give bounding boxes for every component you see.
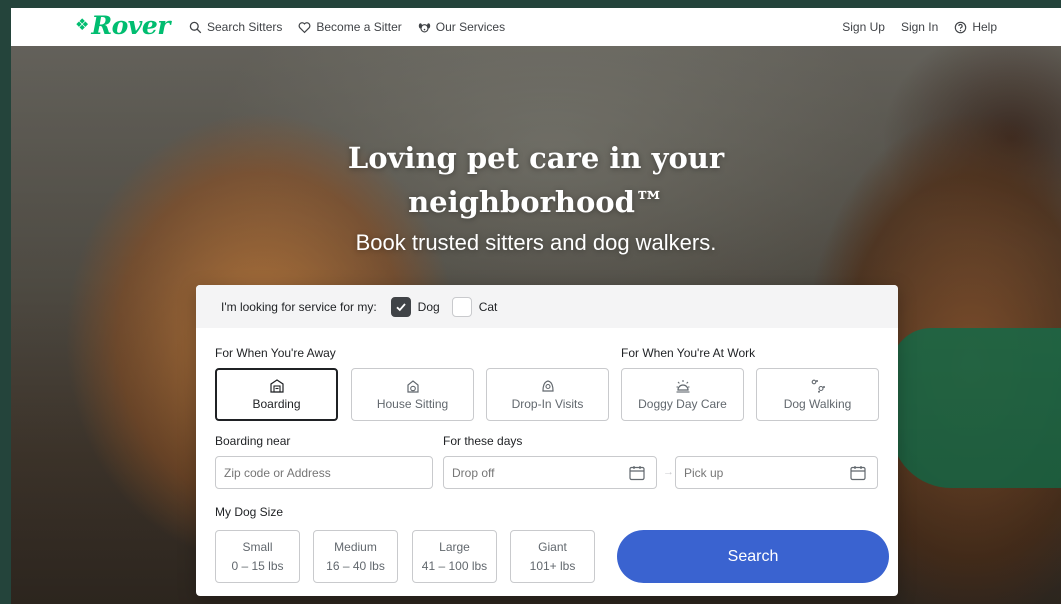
service-house-sitting-label: House Sitting [376,397,449,411]
size-giant-label: Giant [538,540,567,554]
checkbox-checked-icon [390,296,411,317]
size-medium-label: Medium [334,540,377,554]
help-link[interactable]: Help [954,20,997,34]
nav-our-services[interactable]: Our Services [418,20,505,34]
dates-label: For these days [443,434,523,448]
hero-title: Loving pet care in your neighborhood™ [11,136,1061,224]
service-dog-walking-label: Dog Walking [783,397,852,411]
help-label: Help [972,20,997,34]
size-large-button[interactable]: Large 41 – 100 lbs [412,530,497,583]
size-small-label: Small [242,540,273,554]
boarding-house-icon [269,379,284,393]
service-drop-in-visits-label: Drop-In Visits [511,397,584,411]
service-dog-walking[interactable]: Dog Walking [756,368,879,421]
search-form-card: I'm looking for service for my: Dog Cat … [196,285,898,596]
dog-checkbox[interactable]: Dog [390,296,440,317]
pet-type-row: I'm looking for service for my: Dog Cat [196,285,898,328]
checkbox-empty-icon [451,296,472,317]
cat-checkbox-label: Cat [478,299,498,314]
service-house-sitting[interactable]: House Sitting [351,368,474,421]
date-range-arrow-icon: → [663,466,674,478]
size-small-range: 0 – 15 lbs [231,559,284,573]
search-icon [189,21,202,33]
service-doggy-day-care-label: Doggy Day Care [638,397,727,411]
drop-in-icon [541,380,554,392]
nav-become-sitter[interactable]: Become a Sitter [298,20,402,34]
nav-left-links: Search Sitters Become a Sitter Our Servi… [189,8,505,46]
top-navigation: ❖ Rover Search Sitters Become a Sitter O… [11,8,1061,46]
service-boarding-label: Boarding [252,397,301,411]
nav-our-services-label: Our Services [435,20,506,34]
size-large-label: Large [439,540,470,554]
paw-prints-icon [811,379,825,393]
hero-background: ❖ Rover Search Sitters Become a Sitter O… [11,8,1061,604]
pick-up-date-field[interactable]: Pick up [675,456,878,489]
hero-title-line-2: neighborhood™ [408,185,664,219]
drop-off-placeholder: Drop off [452,465,495,480]
calendar-icon [850,465,866,480]
calendar-icon [629,465,645,480]
service-drop-in-visits[interactable]: Drop-In Visits [486,368,609,421]
heart-icon [298,21,311,33]
pick-up-placeholder: Pick up [684,465,724,480]
away-services-heading: For When You're Away [215,346,336,360]
nav-right-links: Sign Up Sign In Help [842,8,997,46]
hero-subtitle: Book trusted sitters and dog walkers. [355,230,717,255]
nav-become-sitter-label: Become a Sitter [316,20,402,34]
dog-size-label: My Dog Size [215,505,284,519]
service-boarding[interactable]: Boarding [215,368,338,421]
service-doggy-day-care[interactable]: Doggy Day Care [621,368,744,421]
size-giant-button[interactable]: Giant 101+ lbs [510,530,595,583]
hero-title-line-1: Loving pet care in your [347,141,725,175]
boarding-near-label: Boarding near [215,434,291,448]
sun-icon [676,380,689,393]
size-giant-range: 101+ lbs [529,559,576,573]
help-icon [955,21,967,33]
sign-up-link[interactable]: Sign Up [842,20,885,34]
size-small-button[interactable]: Small 0 – 15 lbs [215,530,300,583]
paw-logo-icon: ❖ [75,17,90,34]
dog-checkbox-label: Dog [417,299,440,314]
pet-type-label: I'm looking for service for my: [221,299,377,314]
size-medium-range: 16 – 40 lbs [326,559,385,573]
size-medium-button[interactable]: Medium 16 – 40 lbs [313,530,398,583]
sign-in-link[interactable]: Sign In [901,20,938,34]
nav-search-sitters-label: Search Sitters [207,20,283,34]
work-services-heading: For When You're At Work [621,346,756,360]
location-input[interactable] [215,456,433,489]
drop-off-date-field[interactable]: Drop off [443,456,657,489]
logo-text: Rover [91,11,170,40]
search-button[interactable]: Search [617,530,889,583]
house-sitting-icon [406,380,419,393]
dog-face-icon [418,22,430,33]
rover-logo[interactable]: ❖ Rover [75,12,170,40]
nav-search-sitters[interactable]: Search Sitters [189,20,282,34]
size-large-range: 41 – 100 lbs [421,559,488,573]
background-photo-detail [891,328,1061,488]
cat-checkbox[interactable]: Cat [451,296,498,317]
